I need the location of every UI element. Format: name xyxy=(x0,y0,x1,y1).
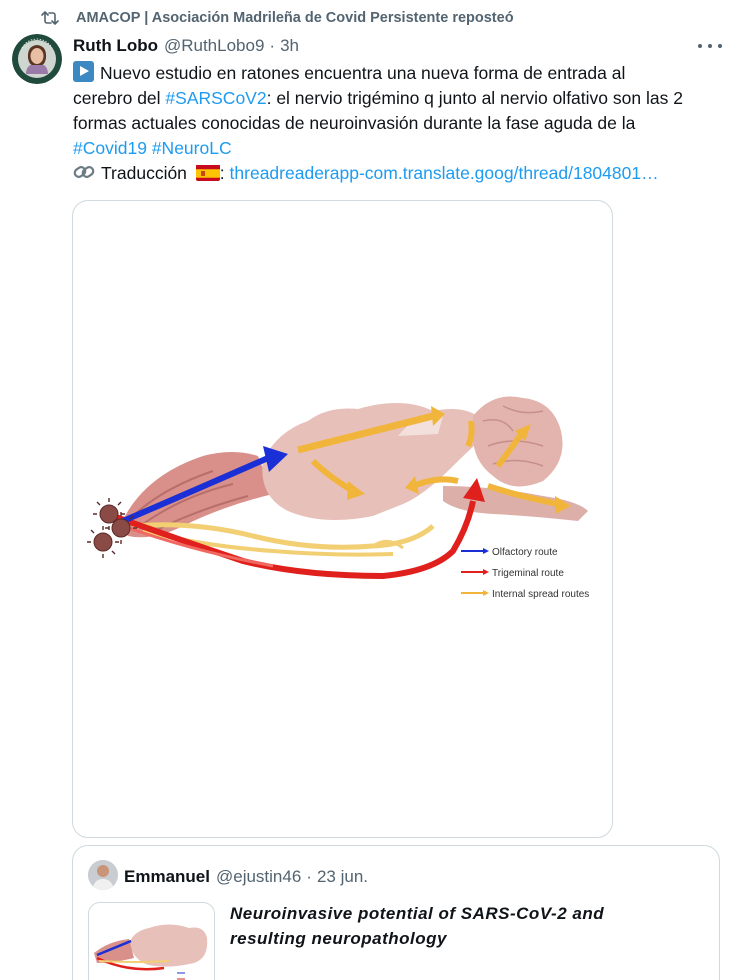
quote-header: Emmanuel @ejustin46 · 23 jun. xyxy=(124,866,368,888)
translation-link[interactable]: threadreaderapp-com.translate.goog/threa… xyxy=(230,163,659,183)
author-name[interactable]: Ruth Lobo xyxy=(73,36,158,56)
avatar[interactable] xyxy=(12,34,62,84)
separator-dot: · xyxy=(269,36,276,55)
hashtag-covid19[interactable]: #Covid19 xyxy=(73,138,147,158)
more-options-icon[interactable] xyxy=(698,36,722,56)
quote-separator: · xyxy=(306,867,312,886)
tweet-line-3: formas actuales conocidas de neuroinvasi… xyxy=(73,113,636,133)
quote-author-handle[interactable]: @ejustin46 xyxy=(216,867,301,887)
brain-illustration: Olfactory route Trigeminal route Interna… xyxy=(73,376,612,606)
tweet-time[interactable]: 3h xyxy=(280,36,299,56)
tweet-line-1: Nuevo estudio en ratones encuentra una n… xyxy=(73,61,713,86)
repost-row[interactable]: AMACOP | Asociación Madrileña de Covid P… xyxy=(40,8,514,28)
link-chain-icon xyxy=(73,163,95,181)
hashtag-neurolc[interactable]: #NeuroLC xyxy=(152,138,232,158)
quote-thumbnail[interactable] xyxy=(88,902,215,980)
tweet-text: Nuevo estudio en ratones encuentra una n… xyxy=(73,61,713,186)
repost-text: AMACOP | Asociación Madrileña de Covid P… xyxy=(76,10,514,26)
tweet-line-4: #Covid19 #NeuroLC xyxy=(73,136,713,161)
play-button-emoji-icon xyxy=(73,61,94,82)
quote-avatar[interactable] xyxy=(88,860,118,890)
tweet-header: Ruth Lobo @RuthLobo9 · 3h xyxy=(73,35,299,57)
translation-label: Traducción xyxy=(101,163,187,183)
quote-date[interactable]: 23 jun. xyxy=(317,867,368,887)
spain-flag-icon xyxy=(195,164,220,181)
author-handle[interactable]: @RuthLobo9 xyxy=(164,36,264,56)
quote-tweet-card[interactable]: Emmanuel @ejustin46 · 23 jun. Neuroinvas… xyxy=(72,845,720,980)
repost-icon xyxy=(40,8,60,28)
quote-author-name[interactable]: Emmanuel xyxy=(124,867,210,887)
hashtag-sarscov2[interactable]: #SARSCoV2 xyxy=(165,88,266,108)
media-card[interactable]: Olfactory route Trigeminal route Interna… xyxy=(72,200,613,838)
legend-olfactory: Olfactory route xyxy=(492,547,558,558)
legend-internal-spread: Internal spread routes xyxy=(492,589,589,600)
tweet-line-2: cerebro del #SARSCoV2: el nervio trigémi… xyxy=(73,88,683,108)
tweet-line-5: Traducción : threadreaderapp-com.transla… xyxy=(73,161,713,186)
legend-trigeminal: Trigeminal route xyxy=(492,568,564,579)
quote-article-title: Neuroinvasive potential of SARS-CoV-2 an… xyxy=(230,904,605,948)
